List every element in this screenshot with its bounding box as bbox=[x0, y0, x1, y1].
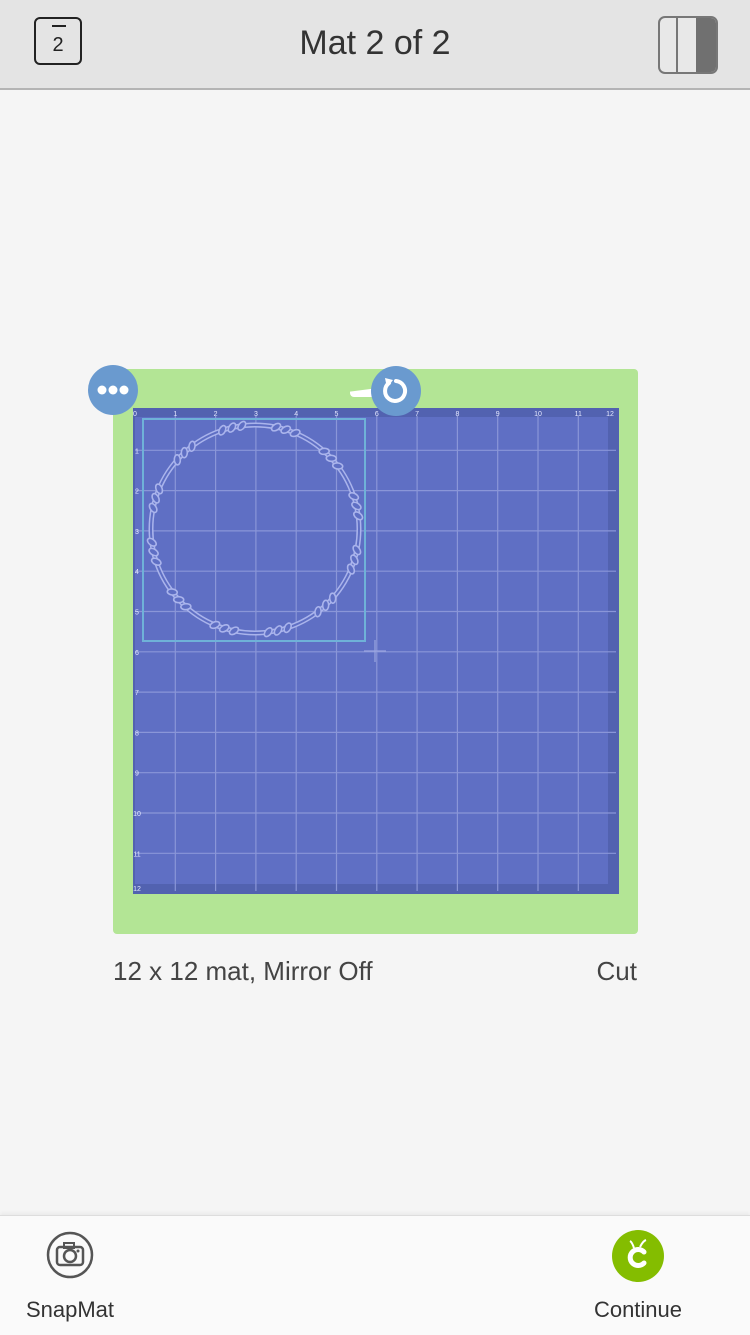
y-tick-label: 1 bbox=[135, 448, 139, 455]
wreath-leaf bbox=[172, 595, 185, 604]
wreath-leaf bbox=[173, 454, 182, 466]
wreath-leaf bbox=[331, 462, 344, 470]
wreath-leaf bbox=[314, 605, 322, 618]
continue-button[interactable]: Continue bbox=[588, 1230, 688, 1323]
x-tick-label: 4 bbox=[294, 411, 298, 418]
x-tick-label: 12 bbox=[606, 411, 614, 418]
y-tick-label: 7 bbox=[135, 690, 139, 697]
x-tick-label: 8 bbox=[455, 411, 459, 418]
y-tick-label: 10 bbox=[133, 811, 141, 818]
y-tick-label: 9 bbox=[135, 771, 139, 778]
y-tick-label: 6 bbox=[135, 650, 139, 657]
mat-grid[interactable]: 0 1 2 3 4 5 6 7 8 9 10 11 12123456789101112 bbox=[133, 408, 619, 894]
panel-toggle-icon[interactable] bbox=[658, 16, 718, 74]
x-tick-label: 10 bbox=[534, 411, 542, 418]
wreath-leaf bbox=[328, 592, 337, 604]
y-tick-label: 3 bbox=[135, 529, 139, 536]
x-tick-label: 5 bbox=[335, 411, 339, 418]
header: 2 Mat 2 of 2 bbox=[0, 0, 750, 90]
wreath-leaf bbox=[180, 446, 189, 459]
x-tick-label: 2 bbox=[214, 411, 218, 418]
wreath-leaf bbox=[321, 599, 330, 612]
wreath-leaf bbox=[325, 454, 338, 463]
cricut-logo-icon bbox=[612, 1230, 664, 1282]
more-options-button[interactable] bbox=[88, 365, 138, 415]
footer: SnapMat Continue bbox=[0, 1215, 750, 1335]
snapmat-label: SnapMat bbox=[25, 1297, 115, 1322]
mat-mode: Cut bbox=[596, 956, 637, 986]
mat-description: 12 x 12 mat, Mirror Off bbox=[113, 956, 373, 986]
rotate-button[interactable] bbox=[371, 366, 421, 416]
continue-label: Continue bbox=[593, 1297, 683, 1322]
y-tick-label: 4 bbox=[135, 569, 139, 576]
y-tick-label: 2 bbox=[135, 489, 139, 496]
wreath-leaf bbox=[318, 447, 330, 456]
x-tick-label: 1 bbox=[173, 411, 177, 418]
y-tick-label: 8 bbox=[135, 730, 139, 737]
wreath-leaf bbox=[166, 588, 179, 596]
rotate-icon bbox=[383, 378, 408, 403]
camera-icon bbox=[46, 1231, 94, 1279]
x-tick-label: 3 bbox=[254, 411, 258, 418]
y-tick-label: 12 bbox=[133, 886, 141, 893]
x-tick-label: 11 bbox=[575, 411, 582, 418]
y-tick-label: 11 bbox=[133, 851, 140, 858]
x-tick-label: 9 bbox=[496, 411, 500, 418]
y-tick-label: 5 bbox=[135, 610, 139, 617]
page-title: Mat 2 of 2 bbox=[299, 24, 451, 62]
snapmat-button[interactable]: SnapMat bbox=[20, 1230, 120, 1323]
wreath-leaf bbox=[188, 440, 196, 453]
more-horizontal-icon bbox=[97, 385, 129, 395]
wreath-leaf bbox=[180, 602, 192, 611]
